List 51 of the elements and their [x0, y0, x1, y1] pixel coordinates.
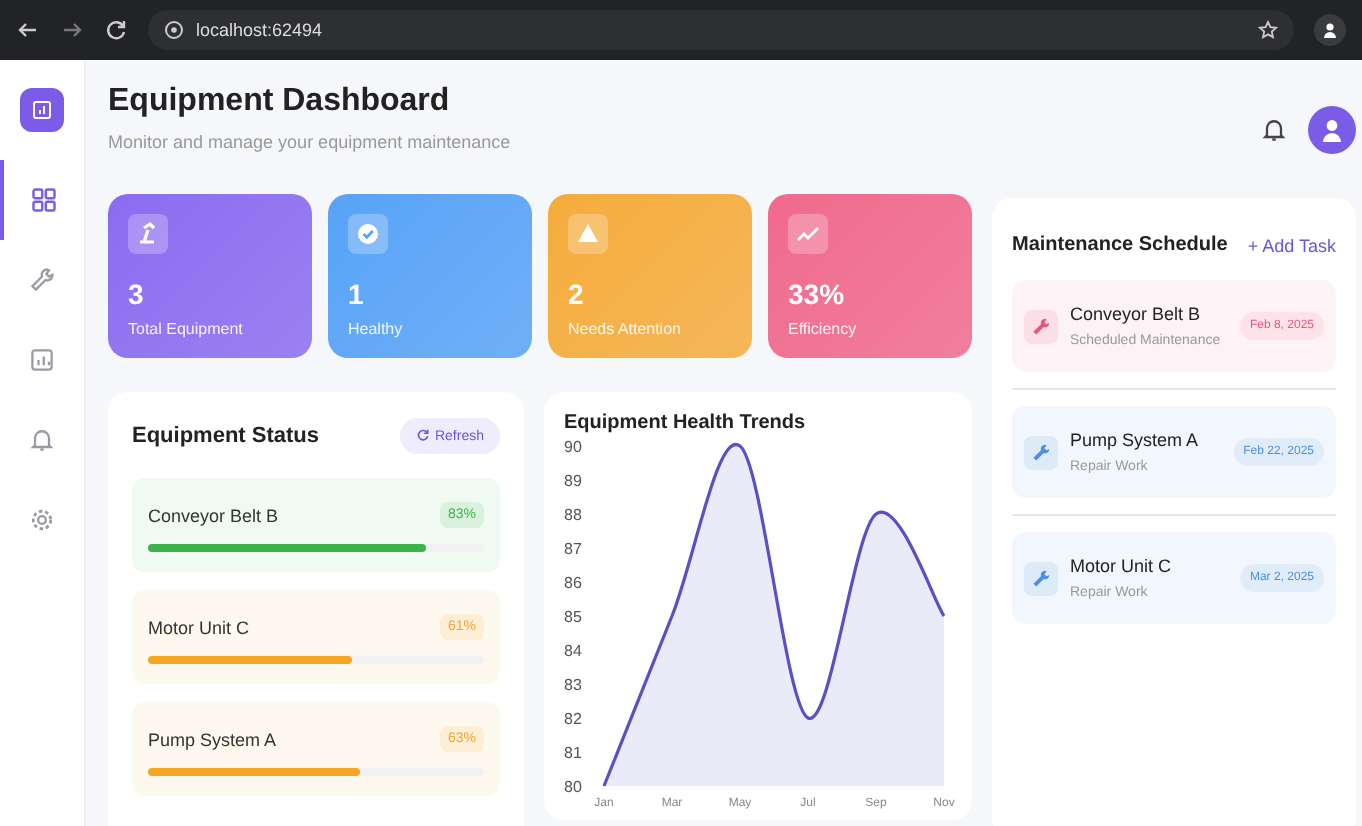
equipment-name: Pump System A — [148, 729, 277, 749]
wrench-icon — [28, 266, 56, 294]
y-tick-label: 89 — [564, 472, 582, 490]
y-tick-label: 88 — [564, 506, 582, 524]
chart-title: Equipment Health Trends — [564, 412, 808, 434]
equipment-name: Motor Unit C — [148, 617, 250, 637]
bell-icon — [28, 426, 56, 454]
reload-icon[interactable] — [104, 18, 128, 42]
y-tick-label: 87 — [564, 540, 582, 558]
url-text: localhost:62494 — [196, 20, 323, 40]
add-task-button[interactable]: + Add Task — [1247, 235, 1336, 255]
grid-icon — [30, 186, 58, 214]
task-name: Conveyor Belt B — [1070, 304, 1203, 324]
task-name: Pump System A — [1070, 430, 1201, 450]
stat-value: 3 — [128, 278, 146, 310]
stat-label: Healthy — [348, 320, 405, 338]
trend-icon — [788, 214, 828, 254]
y-tick-label: 90 — [564, 438, 582, 456]
y-tick-label: 86 — [564, 574, 582, 592]
profile-icon[interactable] — [1314, 14, 1346, 46]
stat-label: Needs Attention — [568, 320, 683, 338]
task-name: Motor Unit C — [1070, 556, 1174, 576]
address-bar[interactable]: localhost:62494 — [148, 10, 1294, 50]
bell-icon[interactable] — [1260, 116, 1288, 144]
page-subtitle: Monitor and manage your equipment maintenance — [108, 132, 513, 152]
settings-icon — [28, 506, 56, 534]
y-tick-label: 81 — [564, 744, 582, 762]
card-title: Equipment Status — [132, 424, 320, 448]
warning-icon — [568, 214, 608, 254]
stat-label: Total Equipment — [128, 320, 245, 338]
star-icon[interactable] — [1258, 20, 1278, 40]
y-tick-label: 82 — [564, 710, 582, 728]
check-icon — [348, 214, 388, 254]
page-title: Equipment Dashboard — [108, 84, 452, 120]
back-icon[interactable] — [16, 18, 40, 42]
app-logo[interactable] — [20, 88, 64, 132]
stat-value: 33% — [788, 278, 847, 310]
y-tick-label: 84 — [564, 642, 582, 660]
panel-title: Maintenance Schedule — [1012, 234, 1228, 256]
chart-icon — [28, 346, 56, 374]
forward-icon[interactable] — [60, 18, 84, 42]
stat-label: Efficiency — [788, 320, 859, 338]
refresh-icon — [416, 428, 431, 442]
site-info-icon[interactable] — [164, 20, 184, 40]
stat-value: 1 — [348, 278, 366, 310]
y-tick-label: 80 — [564, 778, 582, 796]
y-tick-label: 85 — [564, 608, 582, 626]
equipment-name: Conveyor Belt B — [148, 505, 279, 525]
stat-value: 2 — [568, 278, 586, 310]
avatar[interactable] — [1308, 106, 1356, 154]
y-tick-label: 83 — [564, 676, 582, 694]
